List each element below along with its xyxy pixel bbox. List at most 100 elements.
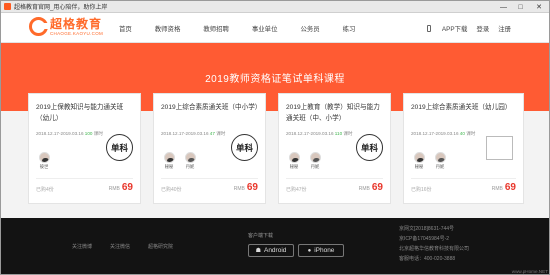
teacher-avatar	[38, 152, 50, 163]
course-hours-unit: 课时	[216, 131, 226, 136]
top-nav: 超格教育 CHAOGE.KAOYU.COM 首页 教师资格 教师招聘 事业单位 …	[1, 13, 549, 43]
course-hours-unit: 课时	[343, 131, 353, 136]
course-date: 2018.12.17-2019.03.16 100 课时	[36, 131, 103, 137]
close-button[interactable]: ✕	[529, 1, 549, 13]
course-hours-unit: 课时	[466, 131, 476, 136]
app-window: 超格教育官网_用心陪伴，助你上岸 — □ ✕ 超格教育 CHAOGE.KAOYU…	[0, 0, 550, 275]
research-institute-link[interactable]: 超格研究院	[148, 243, 173, 250]
price-currency: RMB	[358, 186, 370, 192]
teacher-list: 彼世	[36, 152, 57, 170]
app-download-label: APP下载	[441, 25, 468, 33]
course-footer: 已购4份 RMB 69	[36, 178, 133, 198]
course-date-range: 2018.12.17-2019.03.16	[161, 131, 209, 136]
menu-item-home[interactable]: 首页	[119, 24, 132, 33]
teacher-avatar	[413, 152, 425, 163]
teacher-avatar	[434, 152, 446, 163]
course-hours: 110	[334, 131, 343, 136]
course-date: 2018.12.17-2019.03.16 40 课时	[411, 131, 475, 137]
footer-links: 关注微博 关注微信 超格研究院	[72, 243, 191, 250]
course-hours: 47	[209, 131, 215, 136]
course-date: 2018.12.17-2019.03.16 47 课时	[161, 131, 225, 137]
teacher-name: 秘秘	[289, 164, 299, 169]
apple-icon: ●	[307, 247, 312, 254]
course-hours-unit: 课时	[93, 131, 103, 136]
app-download-link[interactable]: APP下载	[426, 24, 468, 33]
logo-icon	[29, 17, 48, 36]
course-card[interactable]: 2019上教育（教学）知识与能力通关班（中、小学） 2018.12.17-201…	[278, 93, 391, 204]
course-card[interactable]: 2019上综合素质通关班（幼儿园） 2018.12.17-2019.03.16 …	[403, 93, 524, 204]
logo[interactable]: 超格教育 CHAOGE.KAOYU.COM	[29, 17, 103, 36]
teacher-name: 秘秘	[164, 164, 174, 169]
watermark: www.pHome.NET	[511, 269, 548, 274]
course-price: RMB 69	[109, 182, 133, 193]
window-title: 超格教育官网_用心陪伴，助你上岸	[14, 5, 108, 11]
client-download: 客户端下载 ☗ Android ● iPhone	[248, 232, 348, 257]
app-icon	[4, 3, 11, 10]
wechat-link[interactable]: 关注微信	[110, 243, 130, 250]
register-link[interactable]: 注册	[498, 24, 511, 33]
mobile-icon	[426, 25, 431, 33]
price-currency: RMB	[491, 186, 503, 192]
price-currency: RMB	[233, 186, 245, 192]
teacher[interactable]: 丹妮	[182, 152, 198, 170]
course-card[interactable]: 2019上综合素质通关班（中小学） 2018.12.17-2019.03.16 …	[153, 93, 266, 204]
iphone-download-button[interactable]: ● iPhone	[298, 244, 344, 257]
teacher-name: 秘秘	[414, 164, 424, 169]
teacher[interactable]: 秘秘	[286, 152, 302, 170]
single-subject-badge: 单科	[106, 134, 133, 161]
logo-text: 超格教育	[50, 16, 103, 31]
course-price: RMB 69	[492, 182, 516, 193]
android-label: Android	[263, 247, 287, 254]
course-price: RMB 69	[359, 182, 383, 193]
price-value: 69	[371, 182, 383, 193]
android-icon: ☗	[255, 248, 261, 254]
teacher[interactable]: 丹妮	[307, 152, 323, 170]
course-title: 2019上保教知识与能力通关班（幼儿）	[36, 104, 124, 122]
single-subject-badge: 单科	[231, 134, 258, 161]
teacher-name: 丹妮	[435, 164, 445, 169]
footer: 关注微博 关注微信 超格研究院 客户端下载 ☗ Android ● iPhone 京…	[1, 218, 549, 274]
download-label: 客户端下载	[248, 233, 274, 239]
menu-item-practice[interactable]: 练习	[343, 24, 356, 33]
course-card[interactable]: 2019上保教知识与能力通关班（幼儿） 2018.12.17-2019.03.1…	[28, 93, 141, 204]
nav-right: APP下载 登录 注册	[418, 13, 511, 43]
maximize-button[interactable]: □	[512, 1, 529, 13]
teacher[interactable]: 丹妮	[432, 152, 448, 170]
weibo-link[interactable]: 关注微博	[72, 243, 92, 250]
menu-item-civil-servant[interactable]: 公务员	[300, 24, 319, 33]
menu-item-public-institution[interactable]: 事业单位	[252, 24, 278, 33]
price-value: 69	[504, 182, 516, 193]
price-value: 69	[246, 182, 258, 193]
teacher[interactable]: 彼世	[36, 152, 52, 170]
enrolled-count: 已购40份	[161, 187, 182, 193]
course-date-range: 2018.12.17-2019.03.16	[411, 131, 459, 136]
login-link[interactable]: 登录	[476, 24, 489, 33]
teacher-list: 秘秘 丹妮	[286, 152, 328, 170]
teacher-list: 秘秘 丹妮	[161, 152, 203, 170]
main-menu: 首页 教师资格 教师招聘 事业单位 公务员 练习	[119, 13, 378, 43]
teacher-name: 丹妮	[185, 164, 195, 169]
teacher-avatar	[309, 152, 321, 163]
course-list: 2019上保教知识与能力通关班（幼儿） 2018.12.17-2019.03.1…	[28, 93, 524, 204]
teacher[interactable]: 秘秘	[161, 152, 177, 170]
window-controls: — □ ✕	[495, 1, 549, 13]
broken-image-placeholder	[486, 136, 513, 160]
teacher-list: 秘秘 丹妮	[411, 152, 453, 170]
menu-item-teacher-recruitment[interactable]: 教师招聘	[203, 24, 229, 33]
minimize-button[interactable]: —	[495, 1, 512, 13]
menu-item-teacher-qualification[interactable]: 教师资格	[155, 24, 181, 33]
price-value: 69	[121, 182, 133, 193]
single-subject-badge: 单科	[356, 134, 383, 161]
course-footer: 已购16份 RMB 69	[411, 178, 516, 198]
teacher[interactable]: 秘秘	[411, 152, 427, 170]
course-hours: 40	[459, 131, 465, 136]
enrolled-count: 已购47份	[286, 187, 307, 193]
android-download-button[interactable]: ☗ Android	[248, 244, 294, 257]
course-footer: 已购47份 RMB 69	[286, 178, 383, 198]
enrolled-count: 已购4份	[36, 187, 54, 193]
course-date-range: 2018.12.17-2019.03.16	[286, 131, 334, 136]
service-phone: 客服电话：400-020-3888	[399, 256, 456, 262]
teacher-avatar	[288, 152, 300, 163]
teacher-name: 丹妮	[310, 164, 320, 169]
banner-title: 2019教师资格证笔试单科课程	[205, 73, 345, 85]
